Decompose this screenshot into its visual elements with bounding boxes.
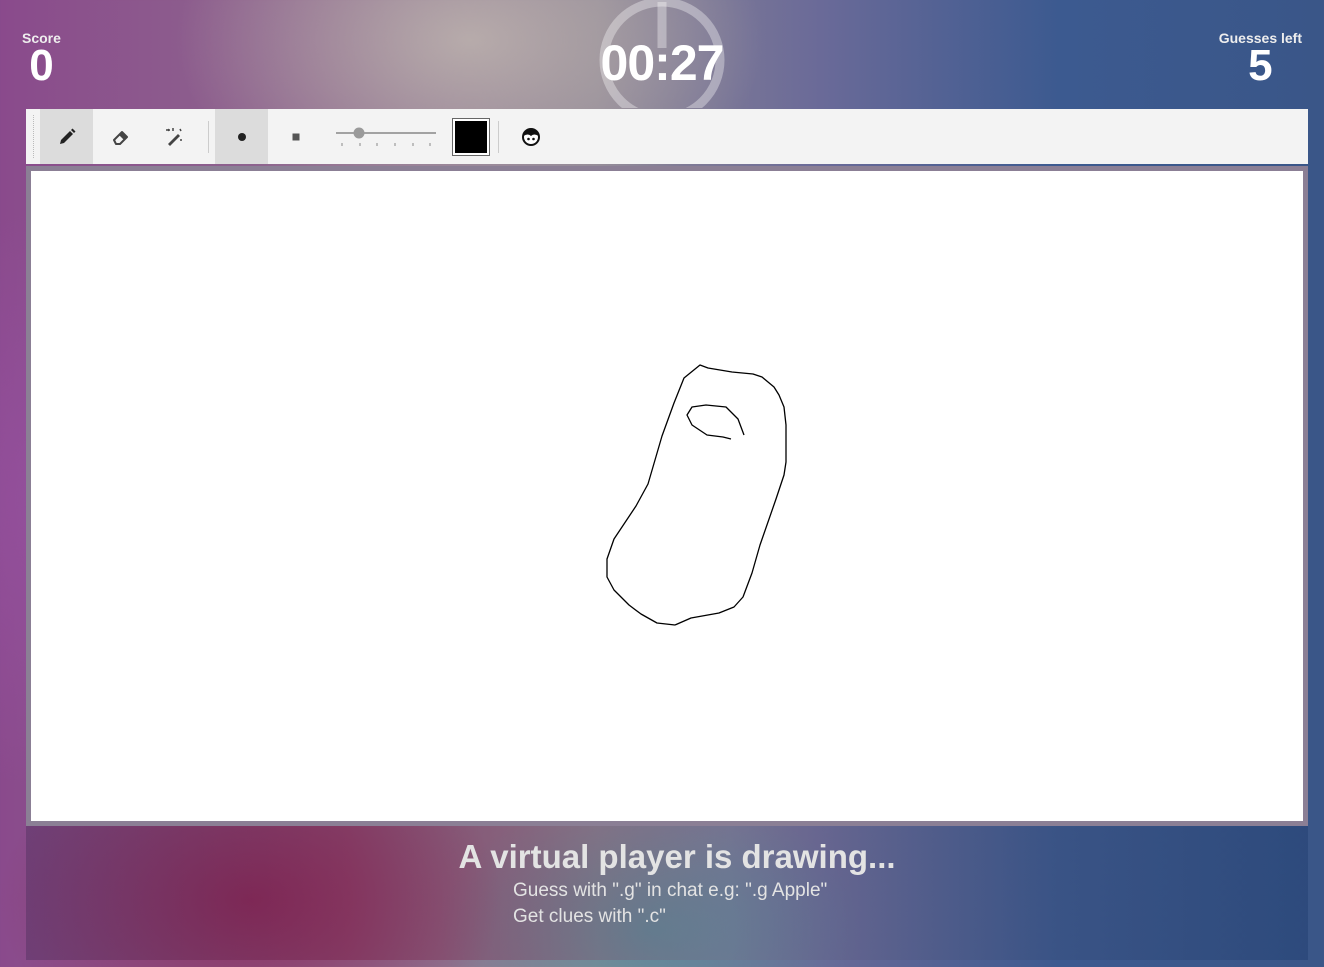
toolbar-separator [208,121,209,153]
status-title: A virtual player is drawing... [458,838,896,875]
eraser-icon [112,130,128,145]
avatar-button[interactable] [504,109,557,164]
round-brush-button[interactable] [215,109,268,164]
square-brush-icon [292,133,299,140]
clue-hint: Get clues with ".c" [513,906,666,927]
round-brush-icon [237,132,246,141]
drawing-canvas[interactable] [31,171,1303,821]
toolbar-grip[interactable] [33,115,34,158]
current-color-swatch [455,121,487,153]
sketch-drawing [606,364,787,626]
smiley-face-icon [521,127,540,146]
timer-text: 00:27 [600,35,725,91]
score-display: Score 0 [22,30,61,90]
magic-wand-tool-button[interactable] [147,109,200,164]
pencil-icon [59,128,75,144]
toolbar-separator [498,121,499,153]
pencil-tool-button[interactable] [40,109,93,164]
drawing-toolbar [26,109,1308,164]
eraser-tool-button[interactable] [94,109,147,164]
brush-size-slider-track [336,127,436,146]
score-value: 0 [29,41,54,90]
square-brush-button[interactable] [269,109,322,164]
guess-hint: Guess with ".g" in chat e.g: ".g Apple" [513,880,828,901]
color-picker-button[interactable] [452,118,490,156]
guesses-left-value: 5 [1248,41,1273,90]
guesses-left-display: Guesses left 5 [1219,30,1302,90]
magic-wand-icon [165,127,182,146]
brush-size-slider[interactable] [334,121,438,153]
slider-thumb[interactable] [353,127,365,139]
timer: 00:27 [596,0,728,108]
